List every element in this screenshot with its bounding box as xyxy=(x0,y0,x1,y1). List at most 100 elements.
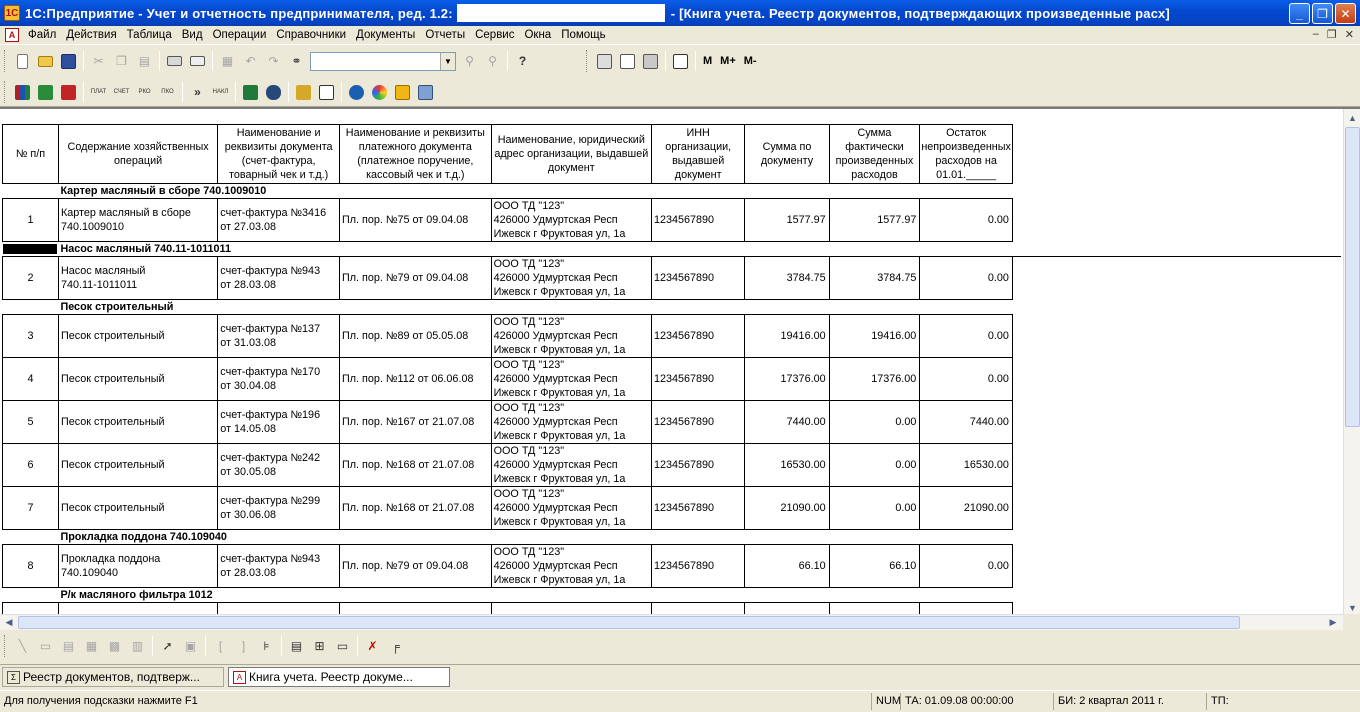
cell-inn[interactable]: 1234567890 xyxy=(650,400,746,444)
bracket-right-icon[interactable]: ] xyxy=(232,635,255,657)
grid-icon[interactable]: ▤ xyxy=(285,635,308,657)
cash-in-button[interactable]: ПКО xyxy=(156,81,179,103)
cell-organization[interactable]: ООО ТД "123" 426000 Удмуртская Респ Ижевск… xyxy=(490,198,653,242)
menu-table[interactable]: Таблица xyxy=(122,29,177,41)
register-icon[interactable] xyxy=(315,81,338,103)
cell-organization[interactable]: ООО ТД "123" 426000 Удмуртская Респ Ижевск… xyxy=(490,256,653,300)
cell-document-sum[interactable]: 1577.97 xyxy=(744,198,830,242)
cell-number[interactable] xyxy=(2,602,59,614)
cell-actual-expense[interactable]: 1577.97 xyxy=(828,198,921,242)
cell-actual-expense[interactable]: 66.10 xyxy=(828,544,921,588)
group-row-marker[interactable] xyxy=(3,184,59,199)
cell-inn[interactable]: 1234567890 xyxy=(650,486,746,530)
cell-payment-document[interactable] xyxy=(339,602,492,614)
menu-help[interactable]: Помощь xyxy=(556,29,610,41)
cell-inn[interactable]: 1234567890 xyxy=(650,314,746,358)
cell-empty[interactable] xyxy=(1012,401,1341,444)
scroll-right-icon[interactable]: ▶ xyxy=(1325,615,1341,630)
cell-document[interactable]: счет-фактура №3416 xyxy=(217,602,340,614)
cell-number[interactable]: 7 xyxy=(2,486,59,530)
menu-reports[interactable]: Отчеты xyxy=(420,29,470,41)
properties-icon[interactable]: ▦ xyxy=(216,50,239,72)
vertical-scrollbar[interactable]: ▲ ▼ xyxy=(1343,109,1360,614)
picture-tool-icon[interactable]: ▦ xyxy=(80,635,103,657)
cell-remaining-expense[interactable]: 0.00 xyxy=(919,256,1013,300)
cell-operation[interactable]: Песок строительный xyxy=(57,486,219,530)
cell-remaining-expense[interactable]: 0.00 xyxy=(919,357,1013,401)
book-icon[interactable] xyxy=(669,50,692,72)
group-title[interactable]: Р/к масляного фильтра 1012 xyxy=(58,588,1341,603)
cell-operation[interactable]: Насос масляный 740.11-1011011 xyxy=(57,256,219,300)
headers-icon[interactable]: ⊞ xyxy=(308,635,331,657)
cell-payment-document[interactable]: Пл. пор. №112 от 06.06.08 xyxy=(339,357,492,401)
cell-document-sum[interactable]: 17376.00 xyxy=(744,357,830,401)
cell-organization[interactable]: ООО ТД "123" 426000 Удмуртская Респ Ижевск… xyxy=(490,486,653,530)
cell-number[interactable]: 3 xyxy=(2,314,59,358)
group-tool-icon[interactable]: ▣ xyxy=(179,635,202,657)
cell-actual-expense[interactable] xyxy=(828,602,921,614)
color-wheel-icon[interactable] xyxy=(368,81,391,103)
redo-icon[interactable]: ↷ xyxy=(262,50,285,72)
group-row-marker[interactable] xyxy=(3,530,59,545)
waybill-button[interactable]: НАКЛ xyxy=(209,81,232,103)
window-tab-registry[interactable]: Σ Реестр документов, подтверж... xyxy=(2,667,224,687)
cell-organization[interactable]: ООО ТД "123" 426000 Удмуртская Респ Ижевск… xyxy=(490,357,653,401)
cell-document-sum[interactable]: 16530.00 xyxy=(744,443,830,487)
ruler-icon[interactable]: ▭ xyxy=(331,635,354,657)
title-bar[interactable]: 1С 1С:Предприятие - Учет и отчетность пр… xyxy=(0,0,1360,26)
reports-icon[interactable] xyxy=(391,81,414,103)
export-icon[interactable] xyxy=(57,81,80,103)
cell-organization[interactable]: ООО ТД "123" 426000 Удмуртская Респ Ижевск… xyxy=(490,314,653,358)
import-icon[interactable] xyxy=(34,81,57,103)
cell-document[interactable]: счет-фактура №943 от 28.03.08 xyxy=(217,256,340,300)
open-folder-icon[interactable] xyxy=(34,50,57,72)
cell-number[interactable]: 8 xyxy=(2,544,59,588)
mdi-minimize-button[interactable]: – xyxy=(1313,28,1319,41)
minimize-button[interactable]: _ xyxy=(1289,3,1310,24)
cell-inn[interactable] xyxy=(650,602,746,614)
cell-document-sum[interactable]: 19416.00 xyxy=(744,314,830,358)
counterparties-icon[interactable] xyxy=(262,81,285,103)
system-menu-icon[interactable]: A xyxy=(5,28,19,42)
cell-actual-expense[interactable]: 3784.75 xyxy=(828,256,921,300)
cell-inn[interactable]: 1234567890 xyxy=(650,357,746,401)
cell-remaining-expense[interactable]: 7440.00 xyxy=(919,400,1013,444)
group-row-marker[interactable] xyxy=(2,241,59,257)
cell-operation[interactable]: Песок строительный xyxy=(57,357,219,401)
group-row-marker[interactable] xyxy=(3,588,59,603)
cell-actual-expense[interactable]: 0.00 xyxy=(828,400,921,444)
cell-payment-document[interactable]: Пл. пор. №168 от 21.07.08 xyxy=(339,443,492,487)
group-title[interactable]: Песок строительный xyxy=(58,300,1341,315)
cell-actual-expense[interactable]: 17376.00 xyxy=(828,357,921,401)
toolbar-grip[interactable] xyxy=(4,81,7,103)
calendar-icon[interactable] xyxy=(616,50,639,72)
cell-operation[interactable]: Песок строительный xyxy=(57,443,219,487)
cell-remaining-expense[interactable]: 16530.00 xyxy=(919,443,1013,487)
cell-document[interactable]: счет-фактура №170 от 30.04.08 xyxy=(217,357,340,401)
cell-remaining-expense[interactable]: 21090.00 xyxy=(919,486,1013,530)
cell-operation[interactable] xyxy=(57,602,219,614)
horizontal-scroll-thumb[interactable] xyxy=(18,616,1240,629)
memory-plus-button[interactable]: M+ xyxy=(716,55,740,67)
journal-icon[interactable] xyxy=(639,50,662,72)
rectangle-tool-icon[interactable]: ▭ xyxy=(34,635,57,657)
scroll-down-icon[interactable]: ▼ xyxy=(1345,600,1360,614)
restore-button[interactable]: ❐ xyxy=(1312,3,1333,24)
spreadsheet-area[interactable]: № п/п Содержание хозяйственных операций … xyxy=(0,107,1360,614)
globe-icon[interactable] xyxy=(345,81,368,103)
cell-payment-document[interactable]: Пл. пор. №79 от 09.04.08 xyxy=(339,544,492,588)
goods-icon[interactable] xyxy=(292,81,315,103)
pointer-tool-icon[interactable]: ➚ xyxy=(156,635,179,657)
cell-empty[interactable] xyxy=(1012,358,1341,401)
cell-empty[interactable] xyxy=(1012,444,1341,487)
cell-operation[interactable]: Прокладка поддона 740.109040 xyxy=(57,544,219,588)
cut-icon[interactable]: ✂ xyxy=(87,50,110,72)
cell-payment-document[interactable]: Пл. пор. №75 от 09.04.08 xyxy=(339,198,492,242)
group-row-marker[interactable] xyxy=(3,300,59,315)
cell-inn[interactable]: 1234567890 xyxy=(650,256,746,300)
paste-icon[interactable]: ▤ xyxy=(133,50,156,72)
print-preview-icon[interactable] xyxy=(186,50,209,72)
cell-operation[interactable]: Песок строительный xyxy=(57,314,219,358)
menu-windows[interactable]: Окна xyxy=(519,29,556,41)
cell-document[interactable]: счет-фактура №299 от 30.06.08 xyxy=(217,486,340,530)
